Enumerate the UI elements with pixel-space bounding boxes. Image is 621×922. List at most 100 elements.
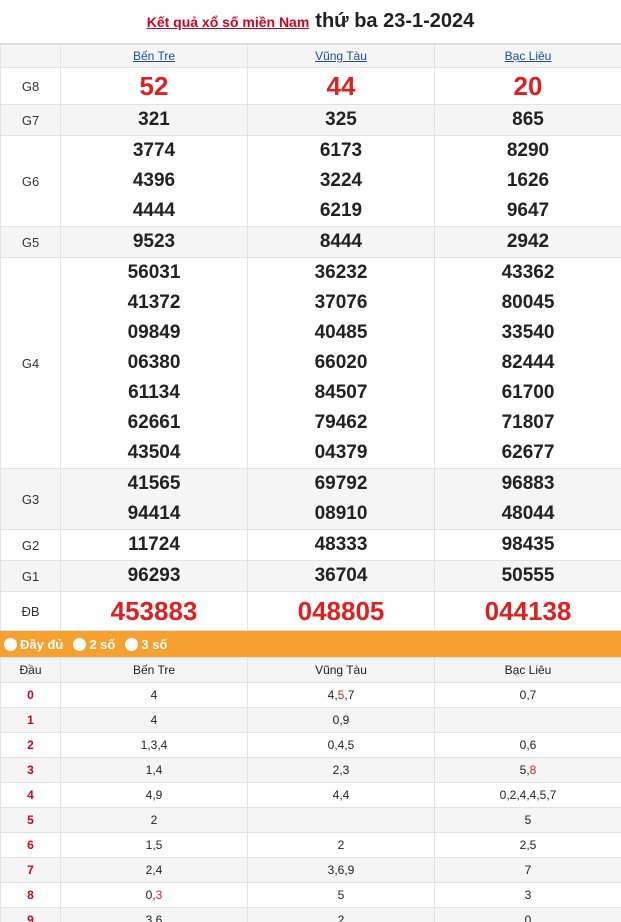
prize-number: 41565 xyxy=(127,473,181,494)
tail-digits: 3,6,9 xyxy=(247,857,435,883)
prize-label: G3 xyxy=(0,468,61,530)
head-digit-row: 2 1,3,4 0,4,5 0,6 xyxy=(0,732,621,758)
prize-label: G7 xyxy=(0,104,61,136)
prize-number: 48044 xyxy=(501,503,555,524)
tail-digits: 2,5 xyxy=(434,832,621,858)
prize-cell: 43362 80045 33540 82444 61700 71807 62677 xyxy=(434,257,621,469)
prize-cell: 96293 xyxy=(60,560,248,592)
tail-digits: 2 xyxy=(247,832,435,858)
page-header: Kết quả xổ số miền Nam thứ ba 23-1-2024 xyxy=(0,0,621,44)
prize-label: G1 xyxy=(0,560,61,592)
prize-number: 62661 xyxy=(127,412,181,433)
corner-cell xyxy=(0,44,61,68)
tail-digits xyxy=(247,807,435,833)
prize-cell: 9523 xyxy=(60,226,248,258)
prize-number: 50555 xyxy=(501,565,555,586)
head-digit: 5 xyxy=(0,807,61,833)
head-digit: 1 xyxy=(0,707,61,733)
prize-number: 4444 xyxy=(132,200,176,221)
head-digit-row: 525 xyxy=(0,807,621,833)
prize-label: ĐB xyxy=(0,591,61,631)
head-digit: 7 xyxy=(0,857,61,883)
tail-digits: 2,3 xyxy=(247,757,435,783)
head-digit: 9 xyxy=(0,907,61,922)
tail-digits: 0,4,5 xyxy=(247,732,435,758)
prize-number: 84507 xyxy=(314,382,368,403)
prize-cell: 6173 3224 6219 xyxy=(247,135,435,227)
prize-number: 865 xyxy=(512,109,544,130)
head-digit: 4 xyxy=(0,782,61,808)
province-ben-tre[interactable]: Bến Tre xyxy=(60,44,248,68)
prize-cell: 44 xyxy=(247,67,435,105)
prize-number: 9647 xyxy=(506,200,550,221)
results-link[interactable]: Kết quả xổ số miền Nam xyxy=(147,14,310,30)
radio-icon[interactable] xyxy=(125,637,139,651)
prize-cell: 48333 xyxy=(247,529,435,561)
prize-label: G2 xyxy=(0,529,61,561)
tail-digits: 4,5,7 xyxy=(247,682,435,708)
prize-number: 40485 xyxy=(314,322,368,343)
head-digit-row: 9 3,6 2 0 xyxy=(0,907,621,922)
tail-digits: 5,8 xyxy=(434,757,621,783)
filter-bar: Đầy đủ 2 số 3 số xyxy=(0,631,621,657)
head-province-bac-lieu: Bạc Liêu xyxy=(434,657,621,683)
head-digit: 3 xyxy=(0,757,61,783)
tail-digits: 3,6 xyxy=(60,907,248,922)
prize-number: 3774 xyxy=(132,140,176,161)
prize-number: 3224 xyxy=(319,170,363,191)
prize-label: G4 xyxy=(0,257,61,469)
prize-row-g7: G7 321 325 865 xyxy=(0,104,621,136)
option-3-digits[interactable]: 3 số xyxy=(125,637,167,652)
tail-digits: 4 xyxy=(60,682,248,708)
prize-number: 62677 xyxy=(501,442,555,463)
prize-number: 6219 xyxy=(319,200,363,221)
prize-cell: 321 xyxy=(60,104,248,136)
results-table: Bến Tre Vũng Tàu Bạc Liêu G8 52 44 20 G7 321 3… xyxy=(0,44,621,631)
prize-number: 80045 xyxy=(501,292,555,313)
head-province-ben-tre: Bến Tre xyxy=(60,657,248,683)
prize-label: G5 xyxy=(0,226,61,258)
province-vung-tau[interactable]: Vũng Tàu xyxy=(247,44,435,68)
head-digit-row: 4 4,9 4,4 0,2,4,4,5,7 xyxy=(0,782,621,808)
tail-digits: 1,5 xyxy=(60,832,248,858)
prize-number: 8290 xyxy=(506,140,550,161)
tail-digits: 1,3,4 xyxy=(60,732,248,758)
prize-number: 36232 xyxy=(314,262,368,283)
prize-number: 453883 xyxy=(110,596,198,626)
prize-cell: 36704 xyxy=(247,560,435,592)
head-label: Đầu xyxy=(0,657,61,683)
radio-icon[interactable] xyxy=(4,637,17,651)
prize-number: 044138 xyxy=(484,596,572,626)
province-header-row: Bến Tre Vũng Tàu Bạc Liêu xyxy=(0,44,621,68)
prize-cell: 98435 xyxy=(434,529,621,561)
province-bac-lieu[interactable]: Bạc Liêu xyxy=(434,44,621,68)
head-province-vung-tau: Vũng Tàu xyxy=(247,657,435,683)
tail-digits: 5 xyxy=(434,807,621,833)
prize-cell: 41565 94414 xyxy=(60,468,248,530)
prize-number: 33540 xyxy=(501,322,555,343)
prize-number: 09849 xyxy=(127,322,181,343)
prize-label: G6 xyxy=(0,135,61,227)
prize-number: 66020 xyxy=(314,352,368,373)
prize-number: 94414 xyxy=(127,503,181,524)
tail-digits: 0,9 xyxy=(247,707,435,733)
draw-date: thứ ba 23-1-2024 xyxy=(315,10,475,32)
head-digit-row: 0 4 4,5,7 0,7 xyxy=(0,682,621,708)
prize-cell: 20 xyxy=(434,67,621,105)
prize-number: 41372 xyxy=(127,292,181,313)
prize-cell: 8444 xyxy=(247,226,435,258)
tail-digits: 1,4 xyxy=(60,757,248,783)
option-2-digits[interactable]: 2 số xyxy=(73,637,115,652)
prize-cell: 96883 48044 xyxy=(434,468,621,530)
prize-number: 08910 xyxy=(314,503,368,524)
radio-icon[interactable] xyxy=(73,637,87,651)
tail-digits xyxy=(434,707,621,733)
prize-number: 4396 xyxy=(132,170,176,191)
prize-cell: 52 xyxy=(60,67,248,105)
prize-row-đb: ĐB 453883 048805 044138 xyxy=(0,591,621,631)
prize-number: 69792 xyxy=(314,473,368,494)
option-full[interactable]: Đầy đủ xyxy=(4,637,63,652)
prize-number: 20 xyxy=(513,71,543,101)
tail-digits: 0,7 xyxy=(434,682,621,708)
tail-digits: 4,9 xyxy=(60,782,248,808)
